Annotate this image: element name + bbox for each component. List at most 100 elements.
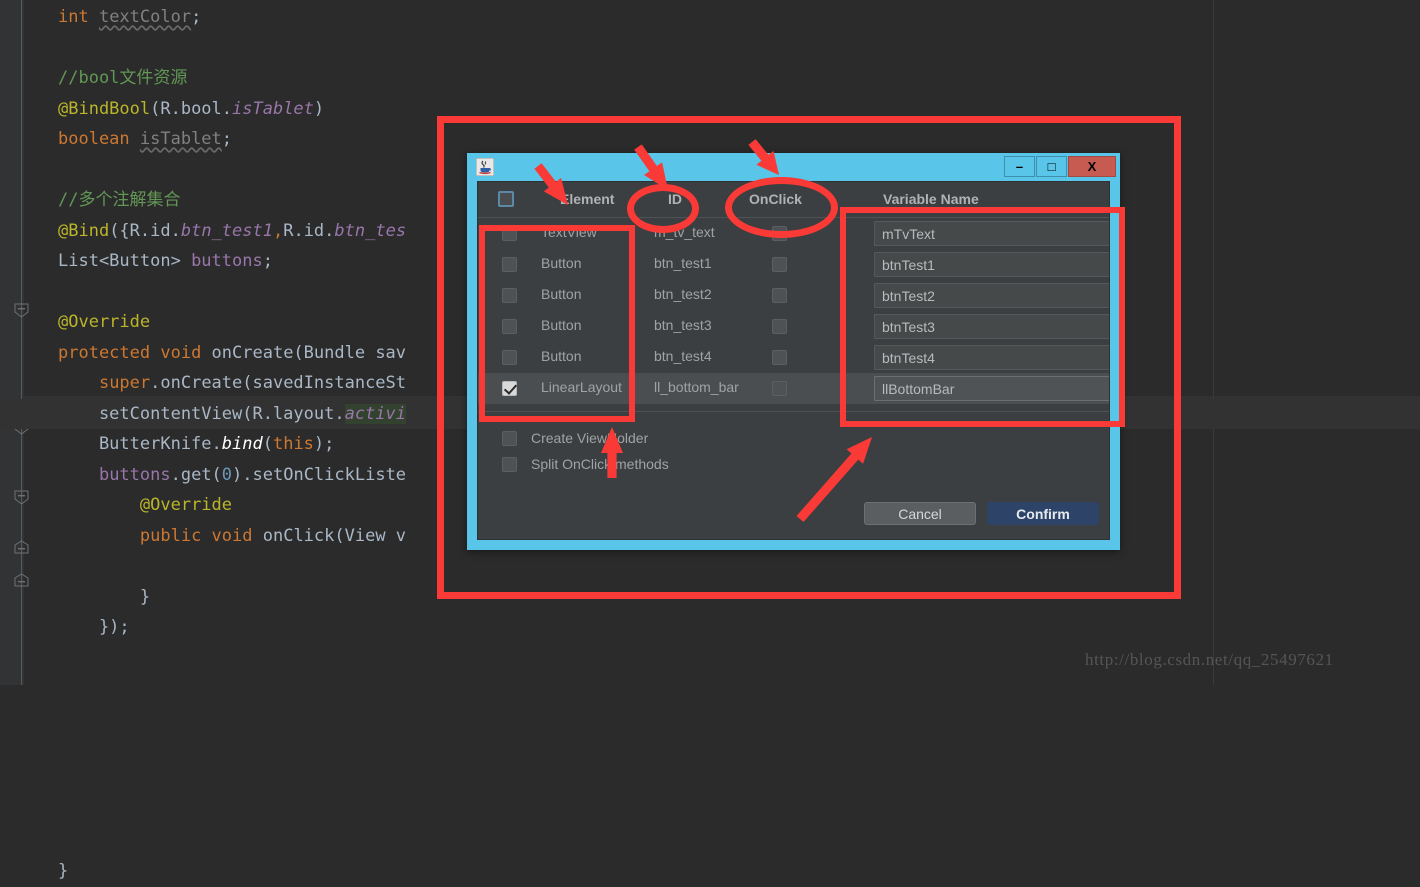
table-row[interactable]: Button btn_test3 btnTest3 xyxy=(478,311,1109,342)
code-line xyxy=(0,704,1420,735)
option-checkbox[interactable] xyxy=(502,457,517,472)
code-token: btn_test1 xyxy=(181,221,273,241)
row-select-checkbox[interactable] xyxy=(502,350,517,365)
code-token: void xyxy=(160,343,211,363)
code-line xyxy=(0,33,1420,64)
code-token: } xyxy=(58,587,150,607)
code-token: onClick(View xyxy=(263,526,396,546)
cell-element-id: btn_test3 xyxy=(654,317,712,333)
code-token: @BindBool xyxy=(58,99,150,119)
code-line: int textColor; xyxy=(0,2,1420,33)
code-line xyxy=(0,673,1420,704)
row-onclick-checkbox[interactable] xyxy=(772,319,787,334)
row-onclick-checkbox[interactable] xyxy=(772,257,787,272)
code-token: } xyxy=(58,861,68,881)
row-onclick-checkbox[interactable] xyxy=(772,226,787,241)
code-token: @Override xyxy=(140,495,232,515)
element-table[interactable]: TextViewm_tv_textmTvTextButtonbtn_test1b… xyxy=(478,218,1109,411)
window-buttons[interactable]: – □ X xyxy=(1004,156,1116,177)
code-line: boolean isTablet; xyxy=(0,124,1420,155)
code-token: buttons xyxy=(99,465,171,485)
code-token: buttons xyxy=(191,251,263,271)
variable-name-input[interactable]: btnTest4 xyxy=(874,345,1109,370)
code-token xyxy=(58,373,99,393)
code-line xyxy=(0,826,1420,857)
select-all-checkbox[interactable] xyxy=(498,191,514,207)
variable-name-input[interactable]: mTvText xyxy=(874,221,1109,246)
confirm-button[interactable]: Confirm xyxy=(987,502,1099,525)
code-token: bind xyxy=(222,434,263,454)
variable-name-input[interactable]: btnTest2 xyxy=(874,283,1109,308)
variable-name-value: mTvText xyxy=(882,226,935,242)
cell-element-type: TextView xyxy=(541,224,597,240)
row-select-checkbox[interactable] xyxy=(502,319,517,334)
cancel-button[interactable]: Cancel xyxy=(864,502,976,525)
code-token: onCreate(Bundle xyxy=(212,343,376,363)
code-line: } xyxy=(0,856,1420,887)
row-onclick-checkbox[interactable] xyxy=(772,288,787,303)
variable-name-input[interactable]: llBottomBar xyxy=(874,376,1109,401)
table-row[interactable]: Button btn_test2 btnTest2 xyxy=(478,280,1109,311)
butterknife-zelezny-dialog[interactable]: – □ X Element ID OnClick Variable Name T… xyxy=(467,153,1120,550)
code-token: ButterKnife. xyxy=(58,434,222,454)
code-token: isTablet xyxy=(140,129,222,149)
code-token: ({R.id. xyxy=(109,221,181,241)
code-token: this xyxy=(273,434,314,454)
code-token: List<Button> xyxy=(58,251,191,271)
row-select-checkbox[interactable] xyxy=(502,226,517,241)
option-label: Create ViewHolder xyxy=(531,430,648,446)
variable-name-input[interactable]: btnTest1 xyxy=(874,252,1109,277)
code-token: }); xyxy=(58,617,130,637)
code-line: }); xyxy=(0,612,1420,643)
code-token xyxy=(58,465,99,485)
variable-name-value: btnTest3 xyxy=(882,319,935,335)
code-token: .get( xyxy=(171,465,222,485)
code-token: R.id. xyxy=(283,221,334,241)
code-line: //bool文件资源 xyxy=(0,63,1420,94)
cell-element-type: Button xyxy=(541,286,581,302)
row-onclick-checkbox[interactable] xyxy=(772,350,787,365)
dialog-titlebar[interactable]: – □ X xyxy=(467,153,1120,181)
code-token: 0 xyxy=(222,465,232,485)
code-token xyxy=(58,495,140,515)
code-token: ; xyxy=(222,129,232,149)
close-button[interactable]: X xyxy=(1068,156,1116,177)
variable-name-input[interactable]: btnTest3 xyxy=(874,314,1109,339)
cell-element-id: m_tv_text xyxy=(654,224,715,240)
minimize-button[interactable]: – xyxy=(1004,156,1035,177)
code-token: v xyxy=(396,526,406,546)
variable-name-value: llBottomBar xyxy=(882,381,954,397)
row-select-checkbox[interactable] xyxy=(502,288,517,303)
code-token: .onCreate(savedInstanceSt xyxy=(150,373,406,393)
option-checkbox[interactable] xyxy=(502,431,517,446)
code-token: ; xyxy=(263,251,273,271)
code-line: @BindBool(R.bool.isTablet) xyxy=(0,94,1420,125)
column-header-element: Element xyxy=(560,191,614,207)
code-token: btn_tes xyxy=(334,221,406,241)
code-token: , xyxy=(273,221,283,241)
code-token: isTablet xyxy=(232,99,314,119)
table-row[interactable]: LinearLayout ll_bottom_bar llBottomBar xyxy=(478,373,1109,404)
code-token: boolean xyxy=(58,129,140,149)
cell-element-id: btn_test1 xyxy=(654,255,712,271)
row-select-checkbox[interactable] xyxy=(502,381,517,396)
column-header-variable: Variable Name xyxy=(883,191,979,207)
row-select-checkbox[interactable] xyxy=(502,257,517,272)
code-token: //bool文件资源 xyxy=(58,68,187,88)
maximize-button[interactable]: □ xyxy=(1036,156,1067,177)
code-token: public xyxy=(140,526,212,546)
cell-element-type: LinearLayout xyxy=(541,379,622,395)
row-onclick-checkbox[interactable] xyxy=(772,381,787,396)
cell-element-id: ll_bottom_bar xyxy=(654,379,739,395)
option-create-viewholder[interactable]: Create ViewHolder xyxy=(502,430,648,446)
cell-element-type: Button xyxy=(541,317,581,333)
dialog-footer-buttons[interactable]: Cancel Confirm xyxy=(864,502,1099,525)
table-row[interactable]: Buttonbtn_test1btnTest1 xyxy=(478,249,1109,280)
code-token xyxy=(58,526,140,546)
table-row[interactable]: TextView m_tv_text mTvText xyxy=(478,218,1109,249)
table-row[interactable]: Buttonbtn_test4btnTest4 xyxy=(478,342,1109,373)
cell-element-id: btn_test2 xyxy=(654,286,712,302)
cell-element-id: btn_test4 xyxy=(654,348,712,364)
code-token: (R.bool. xyxy=(150,99,232,119)
option-split-onclick-methods[interactable]: Split OnClick methods xyxy=(502,456,669,472)
